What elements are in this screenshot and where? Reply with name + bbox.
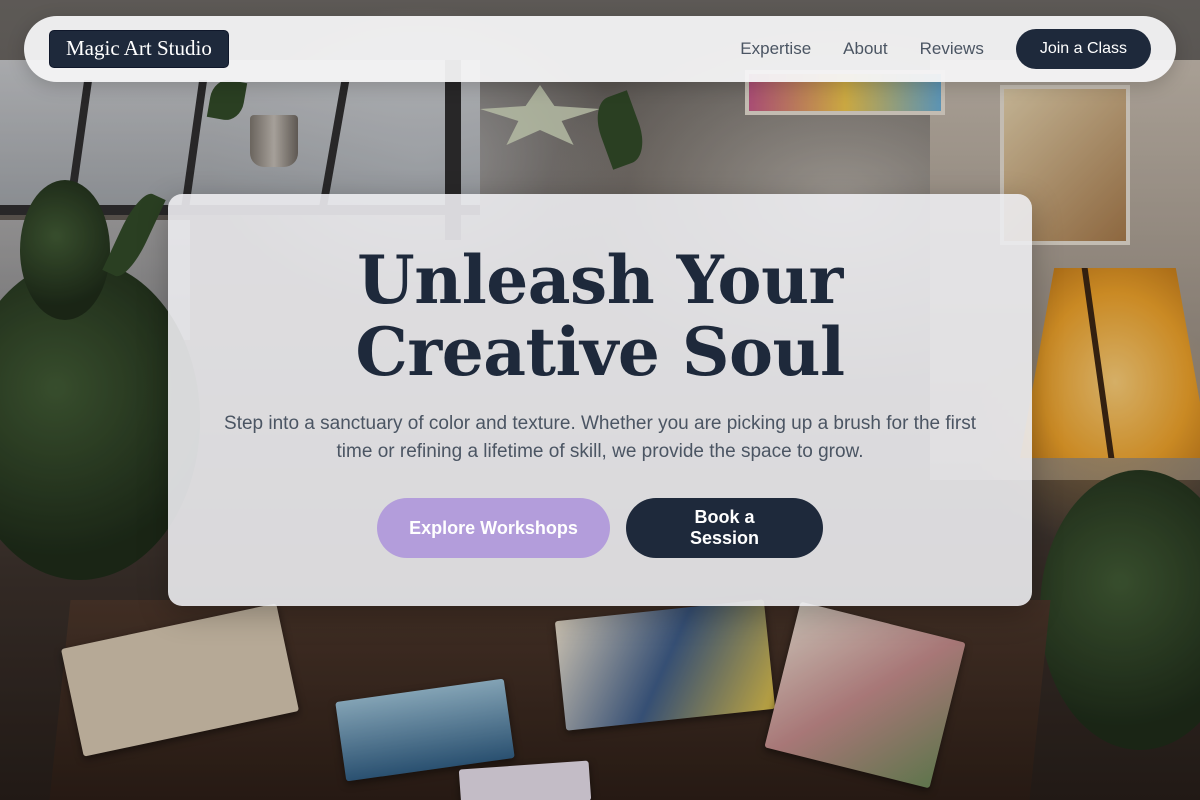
explore-workshops-button[interactable]: Explore Workshops xyxy=(377,498,610,558)
join-class-button[interactable]: Join a Class xyxy=(1015,29,1151,69)
nav-link-expertise[interactable]: Expertise xyxy=(740,39,811,59)
book-session-button[interactable]: Book a Session xyxy=(626,498,823,558)
hero-title: Unleash Your Creative Soul xyxy=(355,241,845,391)
top-navbar: Magic Art Studio Expertise About Reviews… xyxy=(24,16,1176,82)
hero-subtitle: Step into a sanctuary of color and textu… xyxy=(224,413,976,462)
hero-actions: Explore Workshops Book a Session xyxy=(168,498,1032,558)
nav-link-about[interactable]: About xyxy=(843,39,887,59)
nav-links: Expertise About Reviews Join a Class xyxy=(740,29,1151,69)
nav-link-reviews[interactable]: Reviews xyxy=(920,39,984,59)
hero-card: Unleash Your Creative Soul Step into a s… xyxy=(168,194,1032,606)
brand-logo[interactable]: Magic Art Studio xyxy=(49,30,229,68)
